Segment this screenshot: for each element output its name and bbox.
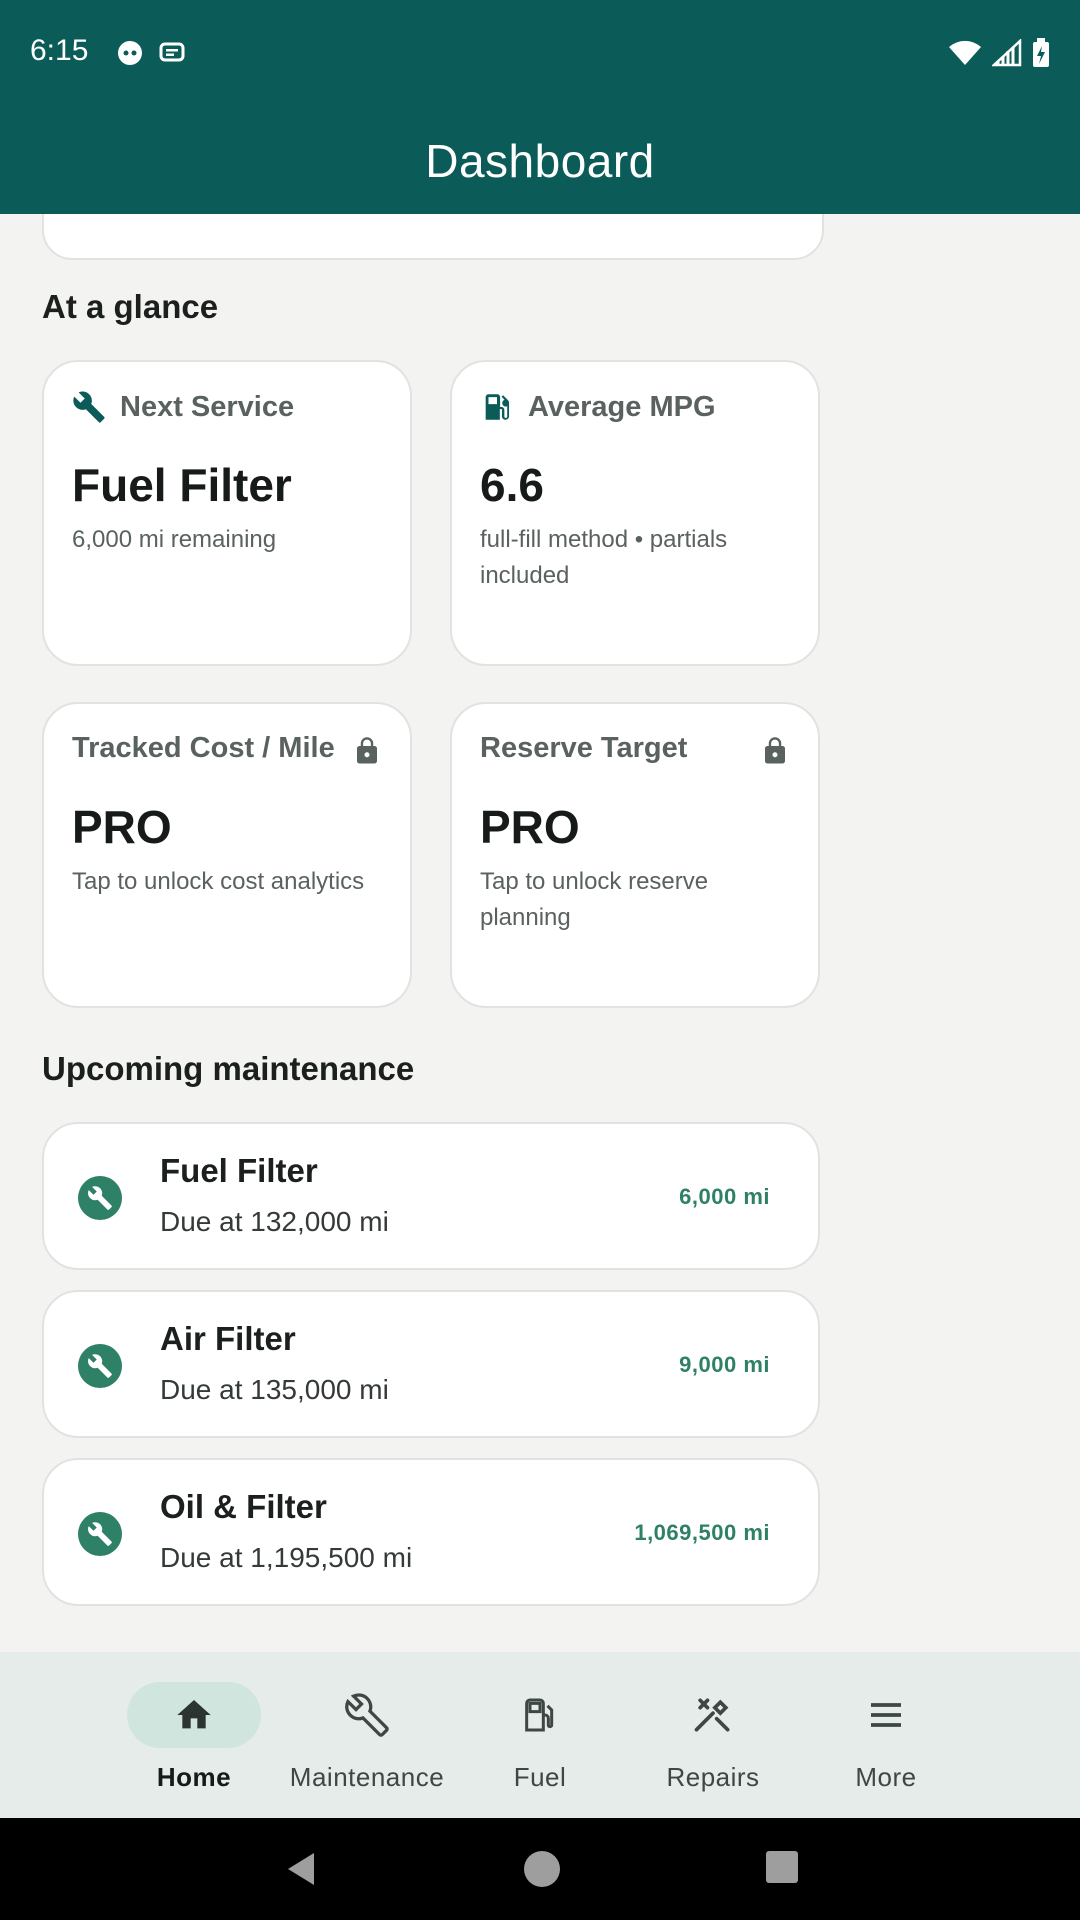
maintenance-name: Oil & Filter [160, 1488, 327, 1525]
lock-icon [357, 737, 377, 764]
maintenance-remaining: 1,069,500 mi [634, 1520, 770, 1545]
list-item[interactable]: Air Filter Due at 135,000 mi 9,000 mi [42, 1290, 820, 1438]
section-title-upcoming-maintenance: Upcoming maintenance [42, 1050, 415, 1087]
wrench-icon [73, 391, 105, 423]
maintenance-remaining: 6,000 mi [679, 1184, 770, 1209]
average-mpg-card[interactable]: Average MPG 6.6 full-fill method • parti… [450, 360, 820, 666]
stat-header: Reserve Target [480, 732, 687, 765]
recents-icon[interactable] [764, 1849, 800, 1885]
nav-label: More [855, 1762, 917, 1792]
nav-item-repairs[interactable]: Repairs [627, 1652, 799, 1818]
system-navigation-bar [0, 1818, 1080, 1920]
nav-label: Maintenance [289, 1762, 445, 1792]
stat-label: Reserve Target [480, 732, 688, 764]
stat-value: 6.6 [480, 459, 544, 511]
maintenance-wrench-icon [78, 1512, 122, 1556]
fuel-pump-icon [485, 394, 510, 420]
stat-value: Fuel Filter [72, 459, 292, 511]
battery-icon [1033, 38, 1049, 67]
stat-label: Next Service [120, 390, 295, 423]
section-title-at-a-glance: At a glance [42, 288, 219, 325]
reserve-target-card[interactable]: Reserve Target PRO Tap to unlock reserve… [450, 702, 820, 1008]
signal-icon [992, 39, 1022, 67]
dashboard-content[interactable]: At a glance Next Service Fuel Filter 6,0… [0, 214, 1080, 1652]
nav-label: Fuel [513, 1762, 567, 1792]
list-item[interactable]: Fuel Filter Due at 132,000 mi 6,000 mi [42, 1122, 820, 1270]
status-bar: 6:15 [0, 0, 1080, 108]
maintenance-wrench-icon [78, 1176, 122, 1220]
status-system-icons [948, 38, 1050, 68]
nav-item-maintenance[interactable]: Maintenance [281, 1652, 453, 1818]
maintenance-due: Due at 135,000 mi [160, 1374, 389, 1405]
nav-item-home[interactable]: Home [108, 1652, 280, 1818]
list-item[interactable]: Oil & Filter Due at 1,195,500 mi 1,069,5… [42, 1458, 820, 1606]
nav-item-fuel[interactable]: Fuel [454, 1652, 626, 1818]
maintenance-due: Due at 132,000 mi [160, 1206, 389, 1237]
maintenance-remaining: 9,000 mi [679, 1352, 770, 1377]
status-notification-icons [115, 38, 187, 68]
back-icon[interactable] [282, 1849, 322, 1889]
stat-header: Tracked Cost / Mile [72, 732, 335, 765]
app-notification-icon [118, 41, 142, 65]
bottom-navigation: Home Maintenance Fuel Repairs More [0, 1652, 1080, 1818]
home-icon [177, 1700, 211, 1729]
app-bar: Dashboard [0, 108, 1080, 214]
maintenance-wrench-icon [78, 1344, 122, 1388]
nav-label: Repairs [666, 1762, 760, 1792]
stat-header: Average MPG [480, 390, 716, 424]
message-notification-icon [159, 42, 185, 62]
fuel-pump-icon [525, 1698, 554, 1732]
wifi-icon [949, 40, 981, 65]
page-title: Dashboard [425, 135, 655, 187]
maintenance-name: Air Filter [160, 1320, 296, 1357]
stat-subtitle: Tap to unlock cost analytics [72, 868, 365, 895]
repair-tools-icon [694, 1698, 730, 1732]
next-service-card[interactable]: Next Service Fuel Filter 6,000 mi remain… [42, 360, 412, 666]
stat-subtitle: full-fill method • partials included [480, 526, 728, 589]
stat-header: Next Service [72, 390, 294, 424]
stat-subtitle: 6,000 mi remaining [72, 526, 277, 553]
stat-label: Average MPG [528, 390, 716, 423]
stat-label: Tracked Cost / Mile [72, 732, 335, 764]
home-button-icon[interactable] [522, 1849, 562, 1889]
cost-per-mile-card[interactable]: Tracked Cost / Mile PRO Tap to unlock co… [42, 702, 412, 1008]
maintenance-due: Due at 1,195,500 mi [160, 1542, 413, 1573]
maintenance-name: Fuel Filter [160, 1152, 318, 1189]
nav-label: Home [156, 1762, 232, 1792]
lock-icon [765, 737, 785, 764]
stat-value: PRO [480, 801, 580, 853]
stat-subtitle: Tap to unlock reserve planning [480, 868, 709, 931]
nav-item-more[interactable]: More [800, 1652, 972, 1818]
menu-icon [871, 1703, 901, 1727]
status-time: 6:15 [30, 34, 89, 67]
stat-value: PRO [72, 801, 172, 853]
previous-card-partial [42, 214, 824, 260]
wrench-icon [345, 1693, 389, 1737]
